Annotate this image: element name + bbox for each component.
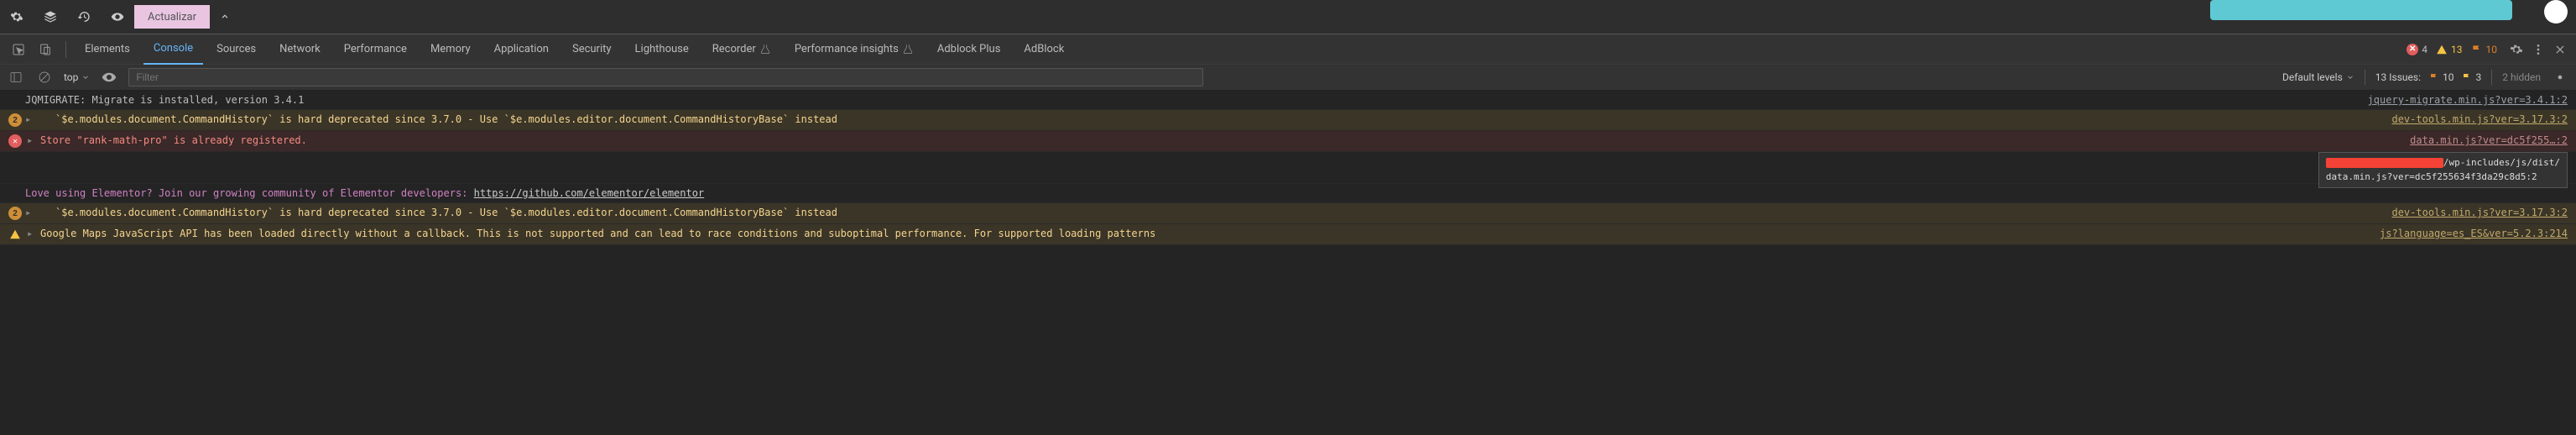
disclosure-triangle-icon[interactable]: ▸	[25, 113, 34, 125]
console-row-info[interactable]: JQMIGRATE: Migrate is installed, version…	[0, 91, 2576, 110]
gear-icon[interactable]	[2507, 34, 2526, 65]
console-row-spacer	[0, 152, 2576, 184]
update-button[interactable]: Actualizar	[134, 5, 210, 29]
tab-lighthouse[interactable]: Lighthouse	[625, 34, 699, 65]
eye-icon[interactable]	[101, 5, 134, 29]
devtools-tab-bar: Elements Console Sources Network Perform…	[0, 34, 2576, 64]
tab-security[interactable]: Security	[562, 34, 622, 65]
source-link[interactable]: data.min.js?ver=dc5f255…:2	[2410, 134, 2568, 146]
chevron-down-icon	[2346, 73, 2354, 81]
status-badges[interactable]: ✕4 13 10	[2407, 44, 2497, 55]
console-row-error[interactable]: ✕ ▸ Store "rank-math-pro" is already reg…	[0, 131, 2576, 152]
console-message: Love using Elementor? Join our growing c…	[8, 187, 2568, 199]
flag-icon	[2462, 72, 2472, 82]
error-count-badge[interactable]: ✕4	[2407, 44, 2427, 55]
tab-elements[interactable]: Elements	[75, 34, 140, 65]
tab-sources[interactable]: Sources	[206, 34, 266, 65]
disclosure-triangle-icon[interactable]: ▸	[25, 207, 34, 218]
tab-adblock[interactable]: AdBlock	[1014, 34, 1074, 65]
inspect-element-icon[interactable]	[7, 38, 30, 61]
redacted-host	[2326, 158, 2443, 168]
layers-icon[interactable]	[34, 5, 67, 29]
filter-input[interactable]	[128, 68, 1202, 86]
repeat-count-badge: 2	[8, 207, 22, 220]
console-row-info[interactable]: Love using Elementor? Join our growing c…	[0, 184, 2576, 203]
device-toggle-icon[interactable]	[34, 38, 57, 61]
console-message: `$e.modules.document.CommandHistory` is …	[39, 113, 2381, 125]
editor-toolbar: Actualizar	[0, 0, 240, 34]
warning-icon	[8, 228, 22, 241]
tab-network[interactable]: Network	[269, 34, 331, 65]
tab-performance-insights[interactable]: Performance insights	[785, 34, 924, 65]
live-expression-icon[interactable]	[100, 68, 118, 86]
beaker-icon	[902, 44, 914, 55]
elementor-github-link[interactable]: https://github.com/elementor/elementor	[474, 187, 705, 199]
sidebar-toggle-icon[interactable]	[7, 68, 25, 86]
source-link[interactable]: dev-tools.min.js?ver=3.17.3:2	[2391, 113, 2568, 125]
beaker-icon	[759, 44, 771, 55]
tab-recorder[interactable]: Recorder	[702, 34, 781, 65]
console-row-warning[interactable]: 2 ▸ `$e.modules.document.CommandHistory`…	[0, 203, 2576, 224]
warning-icon	[2436, 44, 2448, 55]
log-levels-selector[interactable]: Default levels	[2282, 71, 2354, 83]
console-row-warning[interactable]: 2 ▸ `$e.modules.document.CommandHistory`…	[0, 110, 2576, 131]
source-tooltip: /wp-includes/js/dist/ data.min.js?ver=dc…	[2318, 152, 2568, 188]
console-output: JQMIGRATE: Migrate is installed, version…	[0, 91, 2576, 245]
disclosure-triangle-icon[interactable]: ▸	[27, 134, 35, 146]
more-icon[interactable]	[2529, 34, 2547, 65]
repeat-count-badge: 2	[8, 113, 22, 127]
source-link[interactable]: jquery-migrate.min.js?ver=3.4.1:2	[2368, 94, 2568, 106]
tab-performance[interactable]: Performance	[334, 34, 417, 65]
close-icon[interactable]	[2551, 34, 2569, 65]
tab-memory[interactable]: Memory	[420, 34, 481, 65]
issues-count-badge[interactable]: 10	[2471, 44, 2498, 55]
chevron-up-icon[interactable]	[210, 5, 240, 29]
settings-icon[interactable]	[0, 5, 34, 29]
gear-icon[interactable]	[2551, 68, 2569, 86]
error-icon: ✕	[8, 134, 22, 148]
issues-indicator[interactable]: 13 Issues: 10 3	[2375, 71, 2481, 83]
chevron-down-icon	[81, 73, 90, 81]
console-message: `$e.modules.document.CommandHistory` is …	[39, 207, 2381, 218]
tab-application[interactable]: Application	[484, 34, 559, 65]
console-message: JQMIGRATE: Migrate is installed, version…	[8, 94, 2358, 106]
source-link[interactable]: js?language=es_ES&ver=5.2.3:214	[2380, 228, 2568, 239]
context-selector[interactable]: top	[64, 71, 90, 83]
tab-console[interactable]: Console	[143, 34, 203, 65]
flag-icon	[2429, 72, 2439, 82]
page-cta-button[interactable]	[2210, 0, 2512, 20]
console-message: Google Maps JavaScript API has been load…	[40, 228, 2370, 239]
console-row-warning[interactable]: ▸ Google Maps JavaScript API has been lo…	[0, 224, 2576, 245]
error-icon: ✕	[2407, 44, 2418, 55]
clear-console-icon[interactable]	[35, 68, 54, 86]
divider	[65, 41, 66, 58]
page-editor-strip: Actualizar	[0, 0, 2576, 34]
source-link[interactable]: dev-tools.min.js?ver=3.17.3:2	[2391, 207, 2568, 218]
hidden-count[interactable]: 2 hidden	[2502, 71, 2541, 83]
console-message: Store "rank-math-pro" is already registe…	[40, 134, 2400, 146]
disclosure-triangle-icon[interactable]: ▸	[27, 228, 35, 239]
avatar-placeholder[interactable]	[2544, 0, 2568, 24]
warning-count-badge[interactable]: 13	[2436, 44, 2463, 55]
history-icon[interactable]	[67, 5, 101, 29]
flag-icon	[2471, 44, 2483, 55]
console-toolbar: top Default levels 13 Issues: 10 3 2 hid…	[0, 64, 2576, 91]
divider	[2491, 70, 2492, 85]
tab-adblock-plus[interactable]: Adblock Plus	[927, 34, 1011, 65]
